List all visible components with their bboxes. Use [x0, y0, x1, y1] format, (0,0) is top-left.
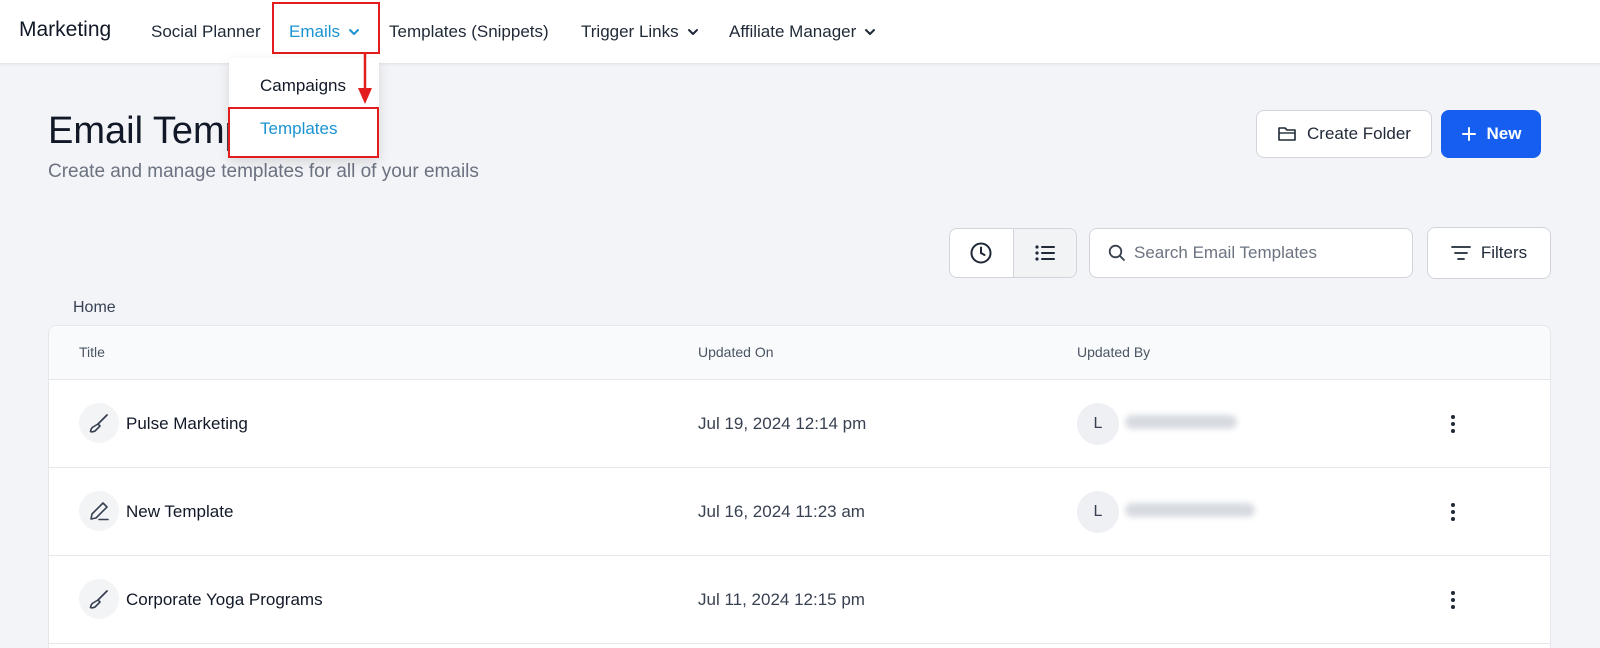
nav-templates-snippets[interactable]: Templates (Snippets) [389, 22, 549, 42]
nav-label: Trigger Links [581, 22, 679, 41]
table-row[interactable]: Corporate Yoga Programs Jul 11, 2024 12:… [49, 556, 1550, 644]
paintbrush-icon [79, 579, 119, 619]
updated-on: Jul 19, 2024 12:14 pm [698, 414, 867, 433]
app-brand: Marketing [19, 18, 112, 41]
filters-label: Filters [1480, 243, 1528, 262]
nav-social-planner[interactable]: Social Planner [151, 22, 261, 42]
search-box [1089, 228, 1413, 278]
column-header-title[interactable]: Title [79, 344, 105, 360]
recent-view-button[interactable] [950, 229, 1013, 277]
column-header-updated-on[interactable]: Updated On [698, 344, 774, 360]
more-options-icon[interactable] [1441, 586, 1465, 614]
column-header-updated-by[interactable]: Updated By [1077, 344, 1150, 360]
page-subtitle: Create and manage templates for all of y… [48, 161, 479, 182]
create-folder-button[interactable]: Create Folder [1256, 110, 1432, 158]
templates-table: Title Updated On Updated By Pulse Market… [48, 325, 1551, 648]
table-row[interactable]: New Template Jul 16, 2024 11:23 am L [49, 468, 1550, 556]
new-label: New [1486, 124, 1522, 143]
template-title[interactable]: Pulse Marketing [126, 414, 248, 434]
folder-icon [1278, 127, 1296, 141]
list-icon [1035, 245, 1055, 261]
redacted-name [1125, 415, 1237, 429]
search-input[interactable] [1134, 243, 1404, 263]
clock-icon [970, 242, 992, 264]
more-options-icon[interactable] [1441, 498, 1465, 526]
avatar: L [1077, 491, 1119, 533]
plus-icon [1461, 127, 1476, 141]
view-toggle [949, 228, 1077, 278]
menu-item-campaigns[interactable]: Campaigns [260, 76, 346, 96]
chevron-down-icon [865, 29, 876, 35]
template-title[interactable]: New Template [126, 502, 233, 522]
pen-icon [79, 491, 119, 531]
nav-trigger-links[interactable]: Trigger Links [581, 22, 699, 42]
redacted-name [1125, 503, 1255, 517]
list-view-button[interactable] [1012, 229, 1076, 277]
chevron-down-icon [687, 29, 698, 35]
updated-on: Jul 16, 2024 11:23 am [698, 502, 865, 521]
table-header: Title Updated On Updated By [49, 326, 1550, 380]
new-template-button[interactable]: New [1441, 110, 1541, 158]
nav-label: Templates (Snippets) [389, 22, 549, 41]
templates-highlight-box [228, 107, 379, 158]
more-options-icon[interactable] [1441, 410, 1465, 438]
top-navigation: Marketing Social Planner Emails Template… [0, 0, 1600, 64]
updated-on: Jul 11, 2024 12:15 pm [698, 590, 865, 609]
paintbrush-icon [79, 403, 119, 443]
nav-label: Affiliate Manager [729, 22, 857, 41]
create-folder-label: Create Folder [1307, 124, 1411, 143]
nav-label: Social Planner [151, 22, 261, 41]
annotation-arrow-icon [358, 52, 372, 104]
nav-affiliate-manager[interactable]: Affiliate Manager [729, 22, 876, 42]
template-title[interactable]: Corporate Yoga Programs [126, 590, 323, 610]
table-row[interactable]: Pulse Marketing Jul 19, 2024 12:14 pm L [49, 380, 1550, 468]
emails-highlight-box [272, 2, 380, 54]
filters-button[interactable]: Filters [1427, 227, 1551, 279]
breadcrumb[interactable]: Home [73, 299, 116, 317]
filter-icon [1450, 246, 1471, 260]
search-icon [1108, 244, 1125, 261]
avatar: L [1077, 403, 1119, 445]
